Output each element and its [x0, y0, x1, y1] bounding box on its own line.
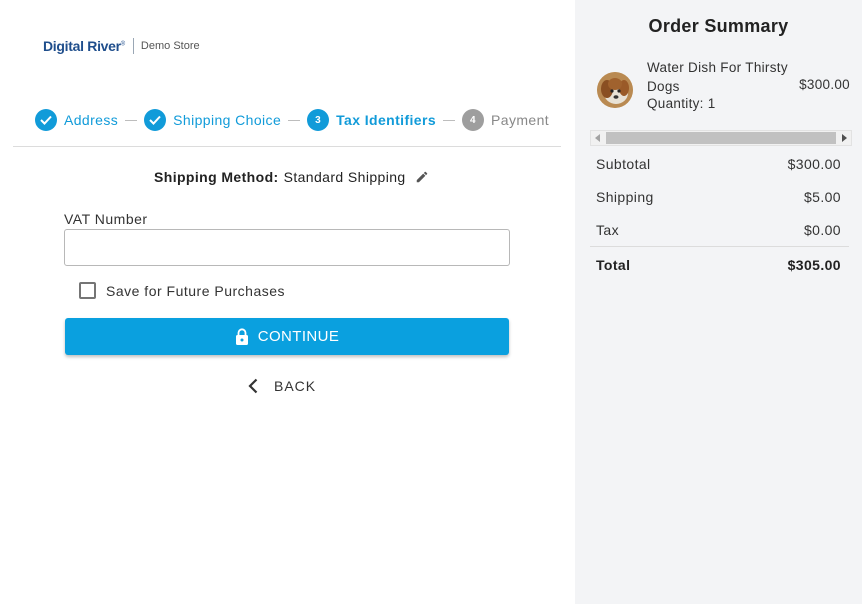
step-label: Address [64, 112, 119, 128]
pencil-icon[interactable] [415, 170, 429, 184]
checkout-stepper: Address Shipping Choice 3 Tax Identifier… [35, 109, 549, 131]
vat-number-label: VAT Number [64, 211, 148, 227]
lock-icon [235, 328, 249, 345]
summary-row-total: Total $305.00 [596, 257, 841, 273]
step-address[interactable]: Address [35, 109, 118, 131]
summary-row-shipping: Shipping $5.00 [596, 189, 841, 205]
stepper-divider [13, 146, 561, 147]
scroll-right-arrow-icon[interactable] [837, 131, 851, 145]
save-future-purchases-row[interactable]: Save for Future Purchases [79, 282, 285, 299]
product-thumbnail [597, 72, 633, 108]
check-icon [35, 109, 57, 131]
summary-label: Shipping [596, 189, 654, 205]
step-connector [443, 119, 456, 121]
total-label: Total [596, 257, 631, 273]
scroll-left-arrow-icon[interactable] [591, 131, 605, 145]
step-label: Tax Identifiers [336, 112, 437, 128]
back-button[interactable]: BACK [248, 378, 316, 394]
summary-label: Subtotal [596, 156, 651, 172]
brand-name: Digital River® [43, 38, 125, 54]
step-label: Payment [491, 112, 550, 128]
item-quantity: Quantity: 1 [647, 96, 716, 111]
continue-button[interactable]: CONTINUE [65, 318, 509, 355]
logo-divider [132, 38, 134, 54]
summary-value: $0.00 [803, 222, 841, 238]
total-value: $305.00 [787, 257, 841, 273]
summary-value: $300.00 [787, 156, 841, 172]
save-future-purchases-label[interactable]: Save for Future Purchases [106, 283, 285, 299]
check-icon [144, 109, 167, 131]
summary-row-subtotal: Subtotal $300.00 [596, 156, 841, 172]
shipping-method-summary: Shipping Method: Standard Shipping [154, 169, 429, 185]
step-number: 4 [462, 109, 485, 131]
item-price: $300.00 [799, 77, 850, 92]
shipping-method-value: Standard Shipping [283, 169, 406, 185]
order-summary-title: Order Summary [648, 16, 789, 36]
summary-divider [590, 246, 849, 247]
chevron-left-icon [248, 378, 258, 394]
summary-label: Tax [596, 222, 619, 238]
step-number: 3 [307, 109, 330, 131]
save-future-purchases-checkbox[interactable] [79, 282, 96, 299]
order-summary-panel: Order Summary Water Dish For Thirsty Dog… [575, 0, 862, 604]
step-payment[interactable]: 4 Payment [462, 109, 549, 131]
horizontal-scrollbar[interactable] [590, 130, 852, 146]
vat-number-input[interactable] [64, 229, 510, 266]
step-connector [125, 119, 138, 121]
step-shipping-choice[interactable]: Shipping Choice [144, 109, 281, 131]
item-name: Water Dish For Thirsty Dogs [647, 60, 788, 94]
brand-logo[interactable]: Digital River® Demo Store [43, 38, 200, 54]
store-name: Demo Store [140, 40, 200, 52]
scrollbar-thumb[interactable] [606, 132, 836, 144]
summary-row-tax: Tax $0.00 [596, 222, 841, 238]
scrollbar-track[interactable] [605, 132, 837, 144]
step-connector [288, 119, 301, 121]
summary-value: $5.00 [803, 189, 841, 205]
shipping-method-label: Shipping Method: [154, 169, 279, 185]
step-label: Shipping Choice [173, 112, 282, 128]
continue-label: CONTINUE [257, 328, 340, 345]
step-tax-identifiers[interactable]: 3 Tax Identifiers [307, 109, 436, 131]
checkout-main-panel: Digital River® Demo Store Address Shippi… [0, 0, 575, 604]
back-label: BACK [274, 378, 317, 394]
